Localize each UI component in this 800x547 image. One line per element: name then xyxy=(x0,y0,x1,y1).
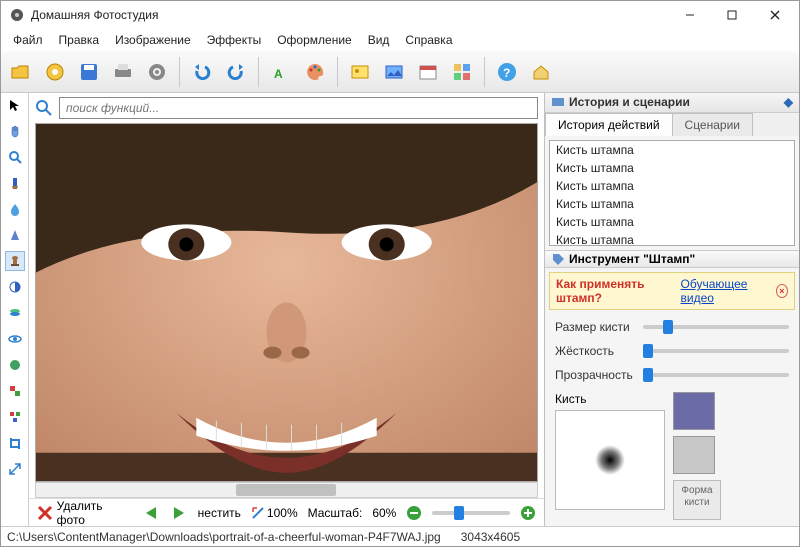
brush-shape-button[interactable]: Форма кисти xyxy=(673,480,721,520)
help-question: Как применять штамп? xyxy=(556,277,675,305)
secondary-color-swatch[interactable] xyxy=(673,436,715,474)
app-icon xyxy=(9,7,25,23)
help-banner: Как применять штамп? Обучающее видео × xyxy=(549,272,795,310)
print-button[interactable] xyxy=(107,56,139,88)
gradient-tool[interactable] xyxy=(5,225,25,245)
undo-button[interactable] xyxy=(186,56,218,88)
redo-button[interactable] xyxy=(220,56,252,88)
list-item[interactable]: Кисть штампа xyxy=(550,213,794,231)
scale-value: 60% xyxy=(372,506,396,520)
menu-help[interactable]: Справка xyxy=(397,31,460,49)
frame2-button[interactable] xyxy=(378,56,410,88)
tools-sidebar xyxy=(1,93,29,526)
eye-tool[interactable] xyxy=(5,329,25,349)
tool-panel-title: Инструмент "Штамп" xyxy=(569,252,695,266)
menubar: Файл Правка Изображение Эффекты Оформлен… xyxy=(1,29,799,51)
primary-color-swatch[interactable] xyxy=(673,392,715,430)
search-icon xyxy=(35,99,53,117)
pin-icon[interactable]: ◆ xyxy=(784,95,793,109)
brush-tool[interactable] xyxy=(5,173,25,193)
scale-label: Масштаб: xyxy=(308,506,363,520)
window-title: Домашняя Фотостудия xyxy=(31,8,669,22)
ruler-icon xyxy=(251,506,265,520)
crop-tool[interactable] xyxy=(5,433,25,453)
maximize-button[interactable] xyxy=(711,2,753,28)
history-list[interactable]: Кисть штампа Кисть штампа Кисть штампа К… xyxy=(549,140,795,246)
frame1-button[interactable] xyxy=(344,56,376,88)
menu-view[interactable]: Вид xyxy=(360,31,398,49)
calendar-button[interactable] xyxy=(412,56,444,88)
right-panel: История и сценарии ◆ История действий Сц… xyxy=(544,93,799,526)
text-button[interactable]: A xyxy=(265,56,297,88)
list-item[interactable]: Кисть штампа xyxy=(550,141,794,159)
zoom-tool[interactable] xyxy=(5,147,25,167)
gear-icon[interactable] xyxy=(141,56,173,88)
zoom-in-button[interactable] xyxy=(520,505,536,521)
drop-tool[interactable] xyxy=(5,199,25,219)
brush-size-slider[interactable] xyxy=(643,325,789,329)
fit-button[interactable]: нестить xyxy=(198,506,241,520)
open-button[interactable] xyxy=(5,56,37,88)
delete-photo-label: Удалить фото xyxy=(57,499,133,527)
toolbar: A ? xyxy=(1,51,799,93)
minimize-button[interactable] xyxy=(669,2,711,28)
menu-edit[interactable]: Правка xyxy=(51,31,108,49)
delete-photo-button[interactable]: Удалить фото xyxy=(37,499,132,527)
brush-label: Кисть xyxy=(555,392,665,406)
layers-tool[interactable] xyxy=(5,303,25,323)
brush-preview[interactable] xyxy=(555,410,665,510)
menu-file[interactable]: Файл xyxy=(5,31,51,49)
stamp-tool[interactable] xyxy=(5,251,25,271)
tag-icon xyxy=(551,252,565,266)
close-button[interactable] xyxy=(753,2,797,28)
collage-button[interactable] xyxy=(446,56,478,88)
help-button[interactable]: ? xyxy=(491,56,523,88)
list-item[interactable]: Кисть штампа xyxy=(550,177,794,195)
zoom-out-button[interactable] xyxy=(406,505,422,521)
menu-image[interactable]: Изображение xyxy=(107,31,199,49)
history-panel-title: История и сценарии xyxy=(569,95,690,109)
svg-text:?: ? xyxy=(503,66,510,80)
circle-tool[interactable] xyxy=(5,355,25,375)
menu-design[interactable]: Оформление xyxy=(269,31,359,49)
camera-button[interactable] xyxy=(39,56,71,88)
svg-text:A: A xyxy=(274,67,283,81)
tab-scenarios[interactable]: Сценарии xyxy=(672,113,753,136)
status-dimensions: 3043x4605 xyxy=(461,530,520,544)
hardness-slider[interactable] xyxy=(643,349,789,353)
brush-dot-icon xyxy=(595,445,625,475)
prev-button[interactable] xyxy=(142,504,160,522)
image-canvas[interactable] xyxy=(35,123,538,482)
list-item[interactable]: Кисть штампа xyxy=(550,231,794,246)
rgb-tool[interactable] xyxy=(5,407,25,427)
pointer-tool[interactable] xyxy=(5,95,25,115)
tab-history[interactable]: История действий xyxy=(545,113,673,136)
palette-button[interactable] xyxy=(299,56,331,88)
close-banner-icon[interactable]: × xyxy=(776,284,788,298)
list-item[interactable]: Кисть штампа xyxy=(550,195,794,213)
delete-icon xyxy=(37,505,53,521)
opacity-label: Прозрачность xyxy=(555,368,635,382)
status-path: C:\Users\ContentManager\Downloads\portra… xyxy=(7,530,441,544)
resize-tool[interactable] xyxy=(5,459,25,479)
hand-tool[interactable] xyxy=(5,121,25,141)
home-button[interactable] xyxy=(525,56,557,88)
zoom-slider[interactable] xyxy=(432,511,510,515)
hardness-label: Жёсткость xyxy=(555,344,635,358)
brush-size-label: Размер кисти xyxy=(555,320,635,334)
search-input[interactable] xyxy=(59,97,538,119)
list-item[interactable]: Кисть штампа xyxy=(550,159,794,177)
opacity-slider[interactable] xyxy=(643,373,789,377)
colorswap-tool[interactable] xyxy=(5,381,25,401)
horizontal-scrollbar[interactable] xyxy=(35,482,538,498)
zoom-100-button[interactable]: 100% xyxy=(251,506,298,520)
contrast-tool[interactable] xyxy=(5,277,25,297)
save-button[interactable] xyxy=(73,56,105,88)
next-button[interactable] xyxy=(170,504,188,522)
tutorial-link[interactable]: Обучающее видео xyxy=(681,277,770,305)
menu-effects[interactable]: Эффекты xyxy=(199,31,270,49)
panel-icon xyxy=(551,95,565,109)
